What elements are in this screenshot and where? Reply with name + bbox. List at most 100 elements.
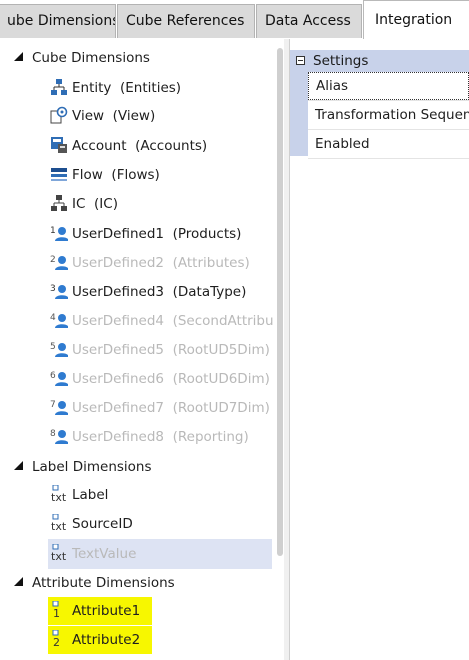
tab-label: ube Dimensions	[7, 13, 116, 29]
category-label: Settings	[313, 53, 369, 69]
svg-text:8: 8	[50, 429, 56, 439]
item-label: Entity	[72, 80, 112, 96]
tab-cube-references[interactable]: Cube References	[117, 4, 255, 38]
entity-hierarchy-icon	[50, 78, 68, 96]
item-label: Attribute1	[72, 603, 141, 619]
group-label: Attribute Dimensions	[32, 575, 175, 591]
svg-text:txt: txt	[51, 520, 67, 532]
item-detail: (View)	[112, 108, 156, 124]
tab-label: Data Access	[265, 13, 351, 29]
item-detail: (Attributes)	[172, 255, 250, 271]
svg-text:5: 5	[50, 342, 56, 352]
property-transformation-sequence[interactable]: Transformation Sequen	[308, 101, 469, 129]
tree-item-userdefined4[interactable]: 4 UserDefined4 (SecondAttribu	[50, 308, 282, 334]
tab-cube-dimensions[interactable]: ube Dimensions	[0, 4, 116, 38]
collapse-minus-icon[interactable]	[296, 56, 305, 65]
svg-text:2: 2	[53, 636, 60, 648]
account-icon	[50, 136, 68, 154]
item-label: UserDefined2	[72, 255, 164, 271]
item-label: Account	[72, 138, 127, 154]
item-detail: (Accounts)	[135, 138, 208, 154]
tree-item-entity[interactable]: Entity (Entities)	[50, 75, 189, 101]
user-defined-icon: 4	[50, 311, 69, 329]
property-divider	[308, 158, 469, 159]
user-defined-icon: 6	[50, 369, 69, 387]
tree-item-userdefined5[interactable]: 5 UserDefined5 (RootUD5Dim)	[50, 337, 278, 363]
view-icon	[50, 106, 68, 124]
tree-item-userdefined7[interactable]: 7 UserDefined7 (RootUD7Dim)	[50, 395, 278, 421]
attribute-icon: 2	[50, 629, 68, 649]
ic-hierarchy-icon	[50, 194, 68, 212]
group-cube-dimensions[interactable]: Cube Dimensions	[14, 45, 150, 71]
group-label: Label Dimensions	[32, 459, 152, 475]
tree-item-userdefined3[interactable]: 3 UserDefined3 (DataType)	[50, 279, 254, 305]
svg-text:7: 7	[50, 400, 56, 410]
property-alias[interactable]: Alias	[308, 72, 469, 100]
tree-item-textvalue[interactable]: txt TextValue	[50, 541, 144, 567]
tree-item-userdefined2[interactable]: 2 UserDefined2 (Attributes)	[50, 250, 258, 276]
tree-item-attribute2[interactable]: 2 Attribute2	[50, 627, 148, 653]
item-label: IC	[72, 196, 86, 212]
group-label-dimensions[interactable]: Label Dimensions	[14, 454, 152, 480]
tree-scrollbar[interactable]	[277, 48, 283, 556]
tree-item-sourceid[interactable]: txt SourceID	[50, 511, 141, 537]
property-enabled[interactable]: Enabled	[308, 130, 469, 158]
collapse-triangle-icon[interactable]	[14, 577, 23, 586]
svg-text:3: 3	[50, 284, 56, 294]
collapse-triangle-icon[interactable]	[14, 461, 23, 470]
item-detail: (RootUD6Dim)	[172, 371, 270, 387]
item-detail: (IC)	[94, 196, 118, 212]
property-gutter	[290, 72, 308, 156]
item-detail: (Entities)	[120, 80, 182, 96]
item-detail: (Flows)	[111, 167, 160, 183]
user-defined-icon: 1	[50, 224, 69, 242]
tree-item-account[interactable]: Account (Accounts)	[50, 133, 215, 159]
user-defined-icon: 8	[50, 427, 69, 445]
user-defined-icon: 2	[50, 253, 69, 271]
collapse-triangle-icon[interactable]	[14, 52, 23, 61]
item-label: UserDefined6	[72, 371, 164, 387]
tab-data-access[interactable]: Data Access	[256, 4, 362, 38]
tree-item-label[interactable]: txt Label	[50, 482, 116, 508]
svg-text:txt: txt	[51, 491, 67, 503]
panel-splitter[interactable]	[284, 39, 289, 660]
tab-integration[interactable]: Integration	[363, 0, 469, 40]
txt-icon: txt	[50, 543, 68, 563]
item-label: TextValue	[72, 546, 137, 562]
tree-item-userdefined1[interactable]: 1 UserDefined1 (Products)	[50, 221, 249, 247]
svg-text:1: 1	[53, 607, 60, 619]
svg-text:6: 6	[50, 371, 56, 381]
dimension-tree-panel: Cube Dimensions Entity (Entities) View (…	[0, 39, 290, 660]
item-label: UserDefined3	[72, 284, 164, 300]
item-label: View	[72, 108, 105, 124]
item-detail: (RootUD7Dim)	[172, 400, 270, 416]
item-label: UserDefined8	[72, 429, 164, 445]
item-detail: (Products)	[172, 226, 242, 242]
property-label: Enabled	[315, 136, 370, 152]
tab-label: Cube References	[126, 13, 245, 29]
tree-item-userdefined8[interactable]: 8 UserDefined8 (Reporting)	[50, 424, 257, 450]
item-label: SourceID	[72, 516, 133, 532]
tree-item-view[interactable]: View (View)	[50, 103, 163, 129]
txt-icon: txt	[50, 484, 68, 504]
property-grid: Settings Alias Transformation Sequen Ena…	[290, 39, 469, 660]
group-label: Cube Dimensions	[32, 50, 150, 66]
tree-item-ic[interactable]: IC (IC)	[50, 191, 126, 217]
item-label: Label	[72, 487, 109, 503]
category-settings[interactable]: Settings	[290, 50, 469, 72]
item-detail: (RootUD5Dim)	[172, 342, 270, 358]
item-label: UserDefined1	[72, 226, 164, 242]
tree-item-flow[interactable]: Flow (Flows)	[50, 162, 168, 188]
tree-item-attribute1[interactable]: 1 Attribute1	[50, 598, 148, 624]
user-defined-icon: 3	[50, 282, 69, 300]
txt-icon: txt	[50, 513, 68, 533]
tab-label: Integration	[375, 12, 453, 28]
attribute-icon: 1	[50, 600, 68, 620]
item-label: Flow	[72, 167, 103, 183]
tree-item-userdefined6[interactable]: 6 UserDefined6 (RootUD6Dim)	[50, 366, 278, 392]
flow-icon	[50, 165, 68, 183]
svg-text:2: 2	[50, 255, 56, 265]
group-attribute-dimensions[interactable]: Attribute Dimensions	[14, 570, 175, 596]
property-label: Alias	[316, 78, 349, 94]
item-label: UserDefined7	[72, 400, 164, 416]
